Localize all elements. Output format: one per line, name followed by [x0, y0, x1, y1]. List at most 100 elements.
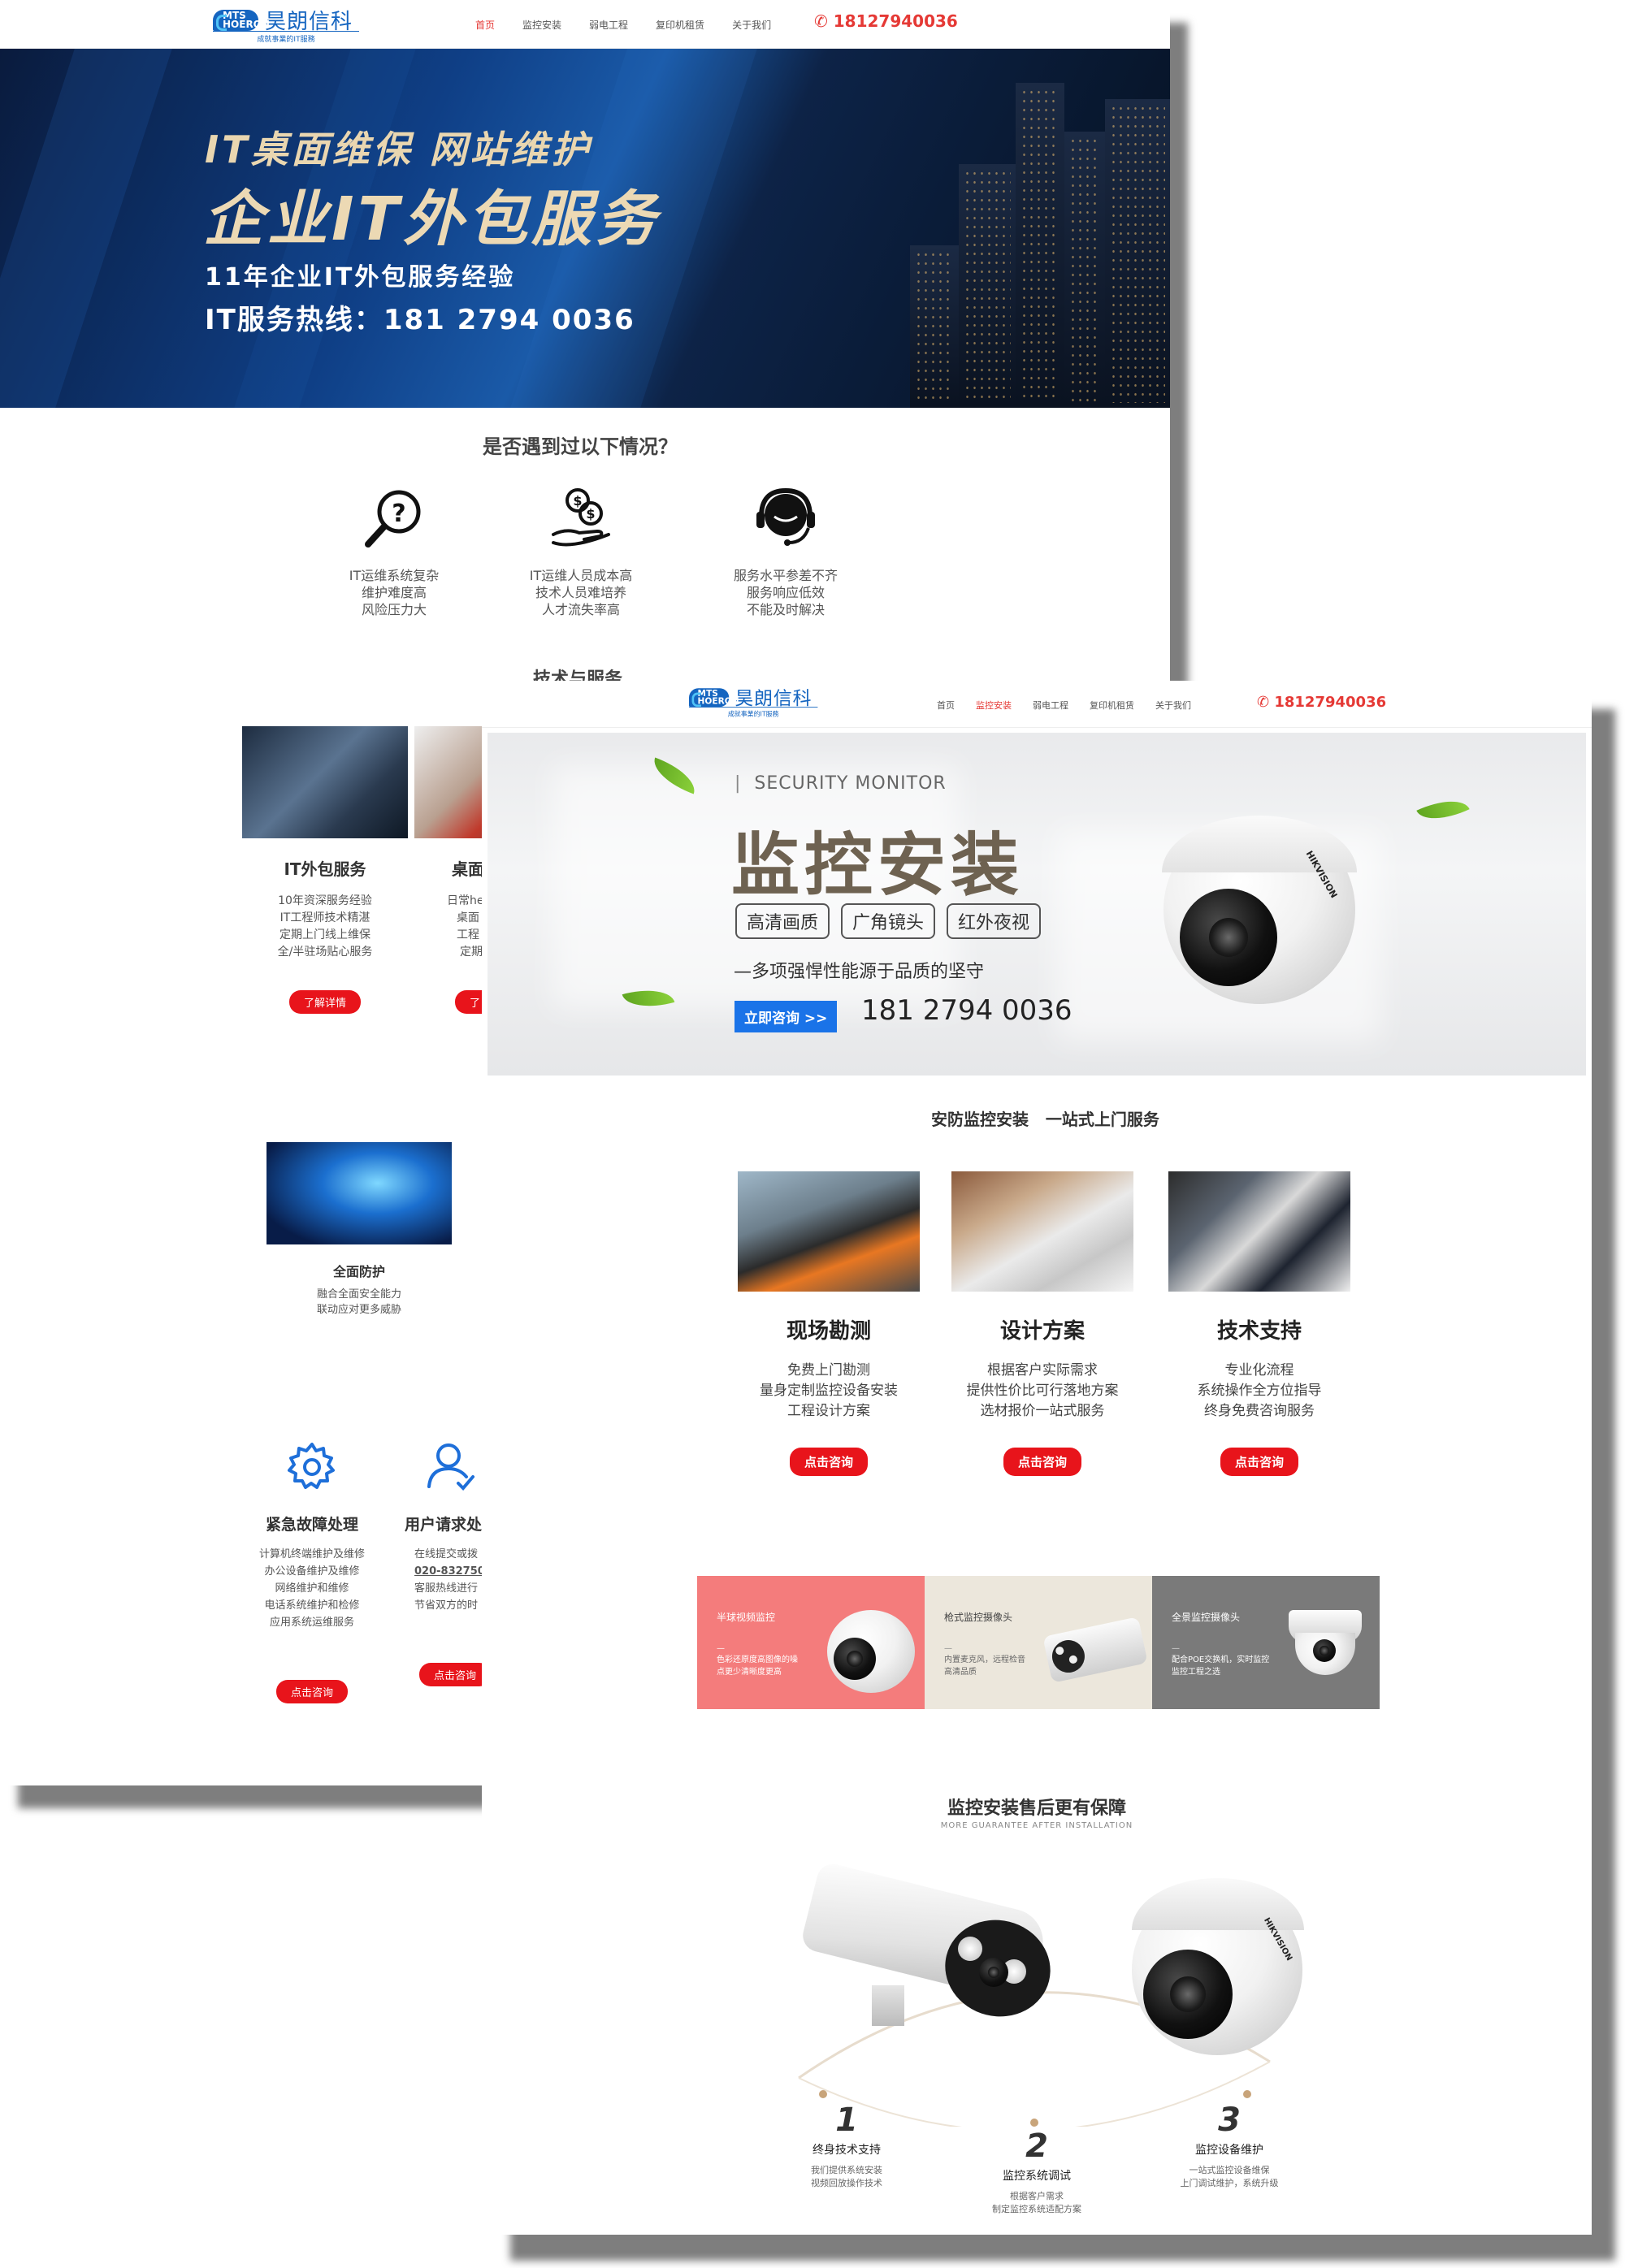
consult-button[interactable]: 点击咨询	[275, 1680, 348, 1703]
service-line: 系统操作全方位指导	[1197, 1383, 1322, 1399]
banner-line2: 企业IT外包服务	[203, 184, 661, 254]
guarantee-subtitle: MORE GUARANTEE AFTER INSTALLATION	[940, 1821, 1133, 1830]
nav-about[interactable]: 关于我们	[732, 18, 771, 32]
nav-monitor[interactable]: 监控安装	[976, 699, 1012, 712]
bullet-camera-image	[800, 1860, 1061, 2028]
page2-logo[interactable]: MTS HOERON 昊朗信科 成就事業的IT服務	[689, 684, 818, 718]
guarantee-step: 2 监控系统调试 根据客户需求 制定监控系统适配方案	[964, 2130, 1110, 2216]
bullet-camera-icon	[1042, 1617, 1148, 1683]
nav-about[interactable]: 关于我们	[1155, 699, 1191, 712]
product-dome[interactable]: 半球视频监控 — 色彩还原度高图像的噪 点更少清晰度更高	[697, 1576, 925, 1709]
camera-base	[1162, 816, 1357, 872]
page1-logo[interactable]: MTS HOERON 昊朗信科 成就事業的IT服務	[213, 5, 359, 44]
ir-light	[958, 1937, 982, 1961]
service-line: 根据客户实际需求	[987, 1362, 1098, 1379]
page1-hero-banner: IT桌面维保 网站维护 企业IT外包服务 11年企业IT外包服务经验 IT服务热…	[0, 49, 1170, 408]
dash: —	[1172, 1644, 1180, 1653]
nav-wiring[interactable]: 弱电工程	[1033, 699, 1068, 712]
step-line: 根据客户需求	[1010, 2191, 1064, 2201]
support-desc: 计算机终端维护及维修 办公设备维护及维修 网络维护和维修 电话系统维护和检修 应…	[231, 1546, 393, 1631]
banner-line3: 11年企业IT外包服务经验	[205, 263, 516, 292]
step-line: 一站式监控设备维保	[1189, 2165, 1270, 2175]
problem-line: IT运维系统复杂	[349, 568, 440, 583]
card-title: IT外包服务	[284, 859, 366, 879]
step-number: 1	[835, 2101, 858, 2139]
step-desc: 一站式监控设备维保 上门调试维护，系统升级	[1156, 2164, 1302, 2190]
product-desc: 色彩还原度高图像的噪 点更少清晰度更高	[717, 1654, 798, 1678]
svg-text:$: $	[573, 493, 582, 509]
page2-phone[interactable]: ✆ 18127940036	[1257, 694, 1386, 711]
service-card: 技术支持 专业化流程 系统操作全方位指导 终身免费咨询服务 点击咨询	[1168, 1171, 1350, 1476]
step-title: 终身技术支持	[812, 2144, 881, 2157]
page2-hero-banner: | SECURITY MONITOR 监控安装 高清画质 广角镜头 红外夜视 —多项强…	[488, 733, 1586, 1076]
banner-title: 监控安装	[731, 825, 1025, 905]
tag-wide-angle: 广角镜头	[841, 903, 936, 939]
coins-hand-icon: $ $	[552, 488, 610, 547]
page1-phone[interactable]: ✆ 18127940036	[814, 11, 958, 31]
service-line: 终身免费咨询服务	[1204, 1403, 1315, 1419]
product-line: 点更少清晰度更高	[717, 1668, 782, 1677]
guarantee-step: 3 监控设备维护 一站式监控设备维保 上门调试维护，系统升级	[1156, 2104, 1302, 2190]
step-title: 监控设备维护	[1195, 2144, 1263, 2157]
headset-support-icon	[756, 487, 815, 546]
camera-base	[1132, 1878, 1304, 1930]
card-desc: 10年资深服务经验 IT工程师技术精湛 定期上门线上维保 全/半驻场贴心服务	[242, 893, 408, 961]
logo-mark-icon: MTS HOERON	[689, 687, 739, 707]
service-desc: 专业化流程 系统操作全方位指导 终身免费咨询服务	[1168, 1361, 1350, 1422]
tech-support-photo	[1168, 1171, 1350, 1292]
camera-lens	[834, 1638, 876, 1680]
product-title: 全景监控摄像头	[1172, 1612, 1241, 1623]
card-line: 定期上门线上维保	[280, 928, 370, 941]
gear-icon	[288, 1443, 335, 1489]
consult-button[interactable]: 点击咨询	[789, 1448, 868, 1476]
product-line: 色彩还原度高图像的噪	[717, 1656, 798, 1664]
dome-camera-image: HIKVISION	[1155, 816, 1358, 1011]
protect-line: 融合全面安全能力	[316, 1288, 401, 1301]
consult-now-button[interactable]: 立即咨询 >>	[734, 1001, 838, 1032]
consult-button[interactable]: 点击咨询	[1220, 1448, 1298, 1476]
phone-number: 18127940036	[1274, 694, 1387, 711]
card-line: 10年资深服务经验	[278, 894, 372, 907]
guarantee-step: 1 终身技术支持 我们提供系统安装 视频回放操作技术	[774, 2104, 920, 2190]
camera-lens	[1180, 889, 1277, 986]
banner-hotline: IT服务热线：181 2794 0036	[205, 304, 635, 336]
product-bullet[interactable]: 枪式监控摄像头 — 内置麦克风，远程检音 高清品质	[925, 1576, 1152, 1709]
handshake-photo	[242, 726, 408, 838]
nav-copier[interactable]: 复印机租赁	[656, 18, 704, 32]
page1-nav-links: 首页 监控安装 弱电工程 复印机租赁 关于我们	[475, 18, 771, 32]
nav-monitor[interactable]: 监控安装	[522, 18, 561, 32]
step-number: 2	[1025, 2127, 1048, 2165]
service-card: IT外包服务 10年资深服务经验 IT工程师技术精湛 定期上门线上维保 全/半驻…	[242, 726, 408, 1014]
consult-button[interactable]: 点击咨询	[419, 1663, 492, 1686]
consult-button[interactable]: 点击咨询	[1003, 1448, 1081, 1476]
dash: —	[944, 1644, 952, 1653]
problem-item: ? IT运维系统复杂 维护难度高 风险压力大	[309, 484, 479, 618]
step-line: 视频回放操作技术	[811, 2178, 882, 2188]
page2-navbar: MTS HOERON 昊朗信科 成就事業的IT服務 首页 监控安装 弱电工程 复…	[482, 681, 1592, 728]
service-line: 量身定制监控设备安装	[760, 1383, 898, 1399]
nav-copier[interactable]: 复印机租赁	[1090, 699, 1134, 712]
nav-wiring[interactable]: 弱电工程	[589, 18, 628, 32]
nav-home[interactable]: 首页	[475, 18, 495, 32]
product-panoramic[interactable]: 全景监控摄像头 — 配合POE交换机，实时监控 监控工程之选	[1152, 1576, 1380, 1709]
problem-line: 人才流失率高	[541, 602, 620, 617]
service-card: 设计方案 根据客户实际需求 提供性价比可行落地方案 选材报价一站式服务 点击咨询	[951, 1171, 1133, 1476]
cloud-security-photo	[266, 1142, 452, 1244]
details-button[interactable]: 了解详情	[288, 990, 361, 1014]
page1-navbar: MTS HOERON 昊朗信科 成就事業的IT服務 首页 监控安装 弱电工程 复…	[0, 0, 1170, 49]
support-card: 紧急故障处理 计算机终端维护及维修 办公设备维护及维修 网络维护和维修 电话系统…	[231, 1439, 393, 1703]
banner-stripe	[0, 49, 172, 408]
tag-hd: 高清画质	[735, 903, 830, 939]
service-card: 现场勘测 免费上门勘测 量身定制监控设备安装 工程设计方案 点击咨询	[738, 1171, 920, 1476]
banner-tags: 高清画质 广角镜头 红外夜视	[735, 903, 1052, 939]
logo-slogan: 成就事業的IT服務	[689, 707, 818, 718]
banner-phone: 181 2794 0036	[861, 994, 1072, 1027]
support-line: 网络维护和维修	[275, 1582, 349, 1595]
step-line: 我们提供系统安装	[811, 2165, 882, 2175]
step-line: 上门调试维护，系统升级	[1180, 2178, 1279, 2188]
problem-line: 不能及时解决	[746, 602, 825, 617]
dome-camera-image: HIKVISION	[1132, 1878, 1311, 2057]
service-desc: 根据客户实际需求 提供性价比可行落地方案 选材报价一站式服务	[951, 1361, 1133, 1422]
nav-home[interactable]: 首页	[937, 699, 955, 712]
card-line: 全/半驻场贴心服务	[277, 946, 373, 959]
